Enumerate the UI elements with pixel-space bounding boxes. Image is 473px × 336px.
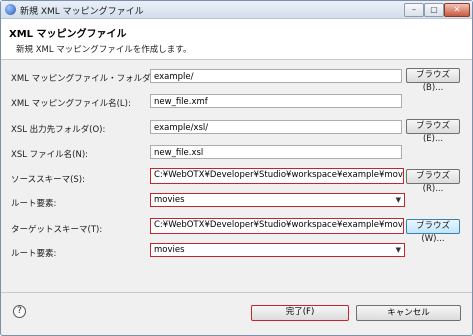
chevron-down-icon[interactable]: ▼ [396, 194, 401, 206]
minimize-button[interactable]: – [404, 3, 424, 17]
help-icon[interactable]: ? [13, 305, 26, 318]
target-root-element-select[interactable]: movies ▼ [150, 243, 405, 257]
source-root-element-value: movies [154, 195, 185, 205]
xsl-output-folder-input[interactable]: example/xsl/ [150, 120, 402, 134]
finish-button[interactable]: 完了(F) [251, 305, 349, 321]
target-schema-input[interactable]: C:¥WebOTX¥Developer¥Studio¥workspace¥exa… [150, 218, 404, 234]
footer-divider [1, 292, 472, 293]
dialog-window: 新規 XML マッピングファイル – ▢ ✕ XML マッピングファイル 新規 … [0, 0, 473, 336]
target-root-element-label: ルート要素: [11, 249, 57, 259]
close-button[interactable]: ✕ [444, 3, 470, 17]
browse-mapping-folder-button[interactable]: ブラウズ(B)... [406, 68, 460, 93]
xsl-file-name-input[interactable]: new_file.xsl [150, 145, 402, 159]
eclipse-icon [5, 4, 16, 15]
cancel-button[interactable]: キャンセル [356, 305, 461, 321]
browse-source-schema-button[interactable]: ブラウズ(R)... [406, 169, 460, 194]
target-root-element-value: movies [154, 245, 185, 255]
wizard-banner: XML マッピングファイル 新規 XML マッピングファイルを作成します。 [1, 19, 472, 60]
banner-title: XML マッピングファイル [9, 29, 127, 40]
maximize-button[interactable]: ▢ [424, 3, 444, 17]
banner-description: 新規 XML マッピングファイルを作成します。 [16, 45, 192, 55]
xsl-output-folder-label: XSL 出力先フォルダ(O): [11, 125, 106, 135]
browse-target-schema-button[interactable]: ブラウズ(W)... [406, 219, 460, 244]
mapping-file-name-input[interactable]: new_file.xmf [150, 94, 402, 108]
mapping-folder-input[interactable]: example/ [150, 69, 402, 83]
source-root-element-select[interactable]: movies ▼ [150, 193, 405, 207]
window-title: 新規 XML マッピングファイル [20, 7, 144, 17]
source-schema-input[interactable]: C:¥WebOTX¥Developer¥Studio¥workspace¥exa… [150, 168, 404, 184]
source-root-element-label: ルート要素: [11, 199, 57, 209]
browse-xsl-folder-button[interactable]: ブラウズ(E)... [406, 119, 460, 144]
title-bar: 新規 XML マッピングファイル – ▢ ✕ [1, 1, 472, 19]
mapping-folder-label: XML マッピングファイル・フォルダ(M): [11, 74, 168, 84]
mapping-file-name-label: XML マッピングファイル名(L): [11, 99, 131, 109]
chevron-down-icon[interactable]: ▼ [396, 244, 401, 256]
target-schema-label: ターゲットスキーマ(T): [11, 225, 103, 235]
xsl-file-name-label: XSL ファイル名(N): [11, 150, 89, 160]
source-schema-label: ソーススキーマ(S): [11, 175, 85, 185]
